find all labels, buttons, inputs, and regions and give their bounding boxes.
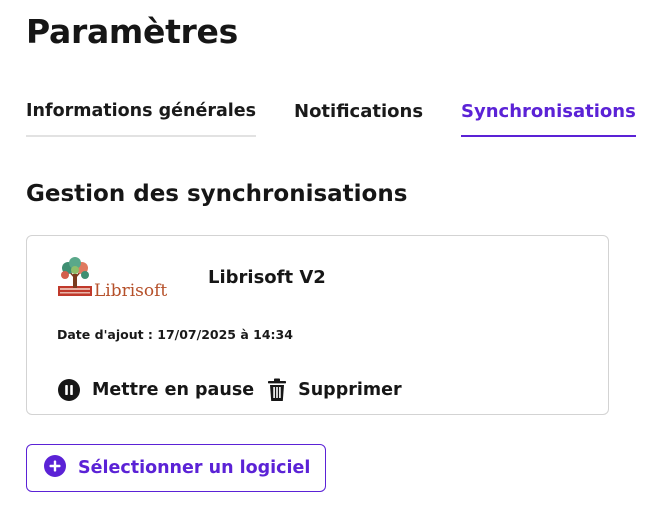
- tab-general-info[interactable]: Informations générales: [26, 100, 256, 137]
- tab-synchronisations[interactable]: Synchronisations: [461, 100, 636, 137]
- trash-icon: [267, 378, 287, 402]
- software-name: Librisoft V2: [208, 267, 326, 288]
- plus-circle-icon: [43, 454, 67, 483]
- page-title: Paramètres: [26, 12, 238, 51]
- delete-label: Supprimer: [298, 380, 402, 400]
- settings-page: Paramètres Informations générales Notifi…: [0, 0, 650, 526]
- tab-notifications[interactable]: Notifications: [294, 100, 423, 137]
- select-software-button[interactable]: Sélectionner un logiciel: [26, 444, 326, 492]
- pause-button[interactable]: Mettre en pause: [57, 378, 254, 402]
- select-software-label: Sélectionner un logiciel: [78, 458, 311, 478]
- section-title: Gestion des synchronisations: [26, 181, 408, 207]
- pause-circle-icon: [57, 378, 81, 402]
- logo-wordmark: Librisoft: [94, 281, 167, 301]
- librisoft-logo: Librisoft: [56, 256, 176, 304]
- sync-actions: Mettre en pause Supprimer: [57, 378, 402, 402]
- sync-card: Librisoft Librisoft V2 Date d'ajout : 17…: [26, 235, 609, 415]
- delete-button[interactable]: Supprimer: [267, 378, 402, 402]
- settings-tabs: Informations générales Notifications Syn…: [26, 100, 636, 137]
- pause-label: Mettre en pause: [92, 380, 255, 400]
- date-added: Date d'ajout : 17/07/2025 à 14:34: [57, 327, 293, 342]
